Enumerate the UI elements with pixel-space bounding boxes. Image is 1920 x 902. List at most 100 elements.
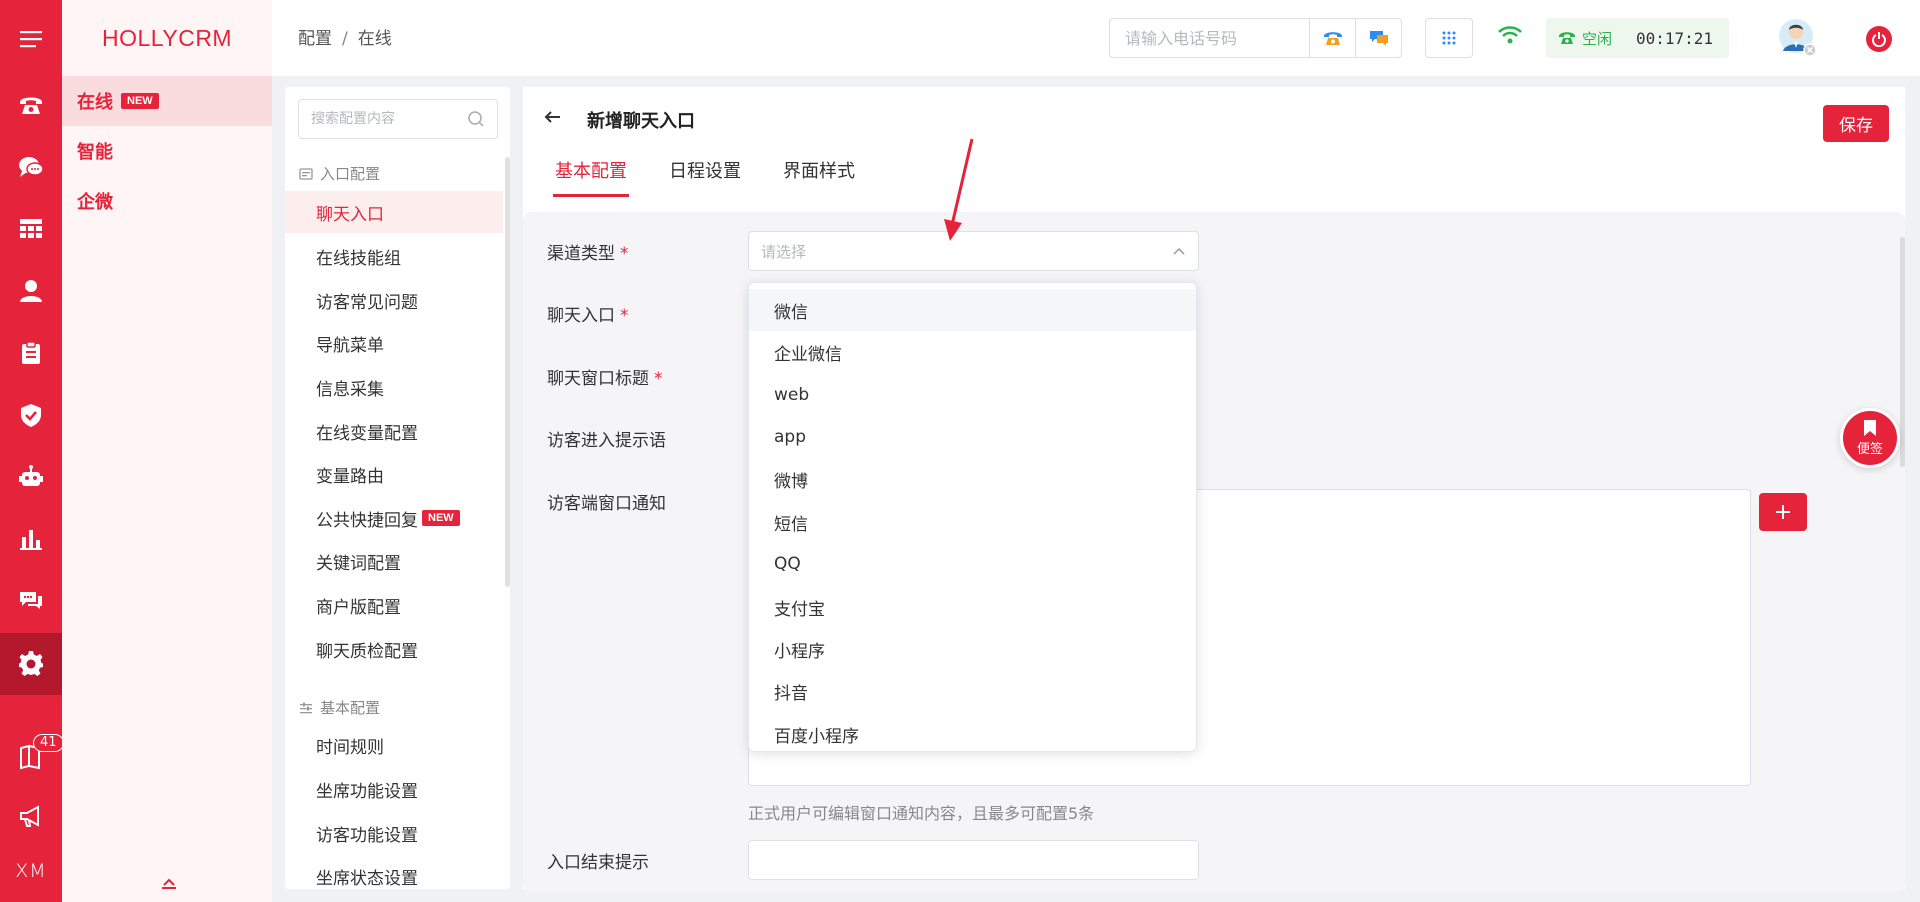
megaphone-icon[interactable] bbox=[0, 785, 62, 847]
power-icon[interactable] bbox=[1866, 26, 1892, 52]
menu-item-agent-functions[interactable]: 坐席功能设置 bbox=[285, 768, 503, 810]
entry-end-input[interactable] bbox=[748, 840, 1199, 880]
config-search-box bbox=[298, 99, 498, 139]
wifi-icon bbox=[1497, 24, 1523, 51]
bookmark-icon bbox=[1864, 420, 1876, 436]
notification-badge: 41 bbox=[33, 734, 64, 752]
subnav-item-label: 智能 bbox=[77, 142, 113, 163]
menu-item-keyword-config[interactable]: 关键词配置 bbox=[285, 540, 503, 582]
menu-item-online-skill-group[interactable]: 在线技能组 bbox=[285, 235, 503, 277]
option-web[interactable]: web bbox=[749, 374, 1196, 416]
clipboard-icon[interactable] bbox=[0, 322, 62, 384]
user-icon[interactable] bbox=[0, 260, 62, 322]
menu-item-time-rules[interactable]: 时间规则 bbox=[285, 724, 503, 766]
breadcrumb: 配置 / 在线 bbox=[298, 24, 392, 49]
menu-item-label: 聊天质检配置 bbox=[316, 641, 418, 662]
welcome-message-label: 访客进入提示语 bbox=[547, 431, 666, 451]
option-sms[interactable]: 短信 bbox=[749, 501, 1196, 543]
menu-item-label: 访客常见问题 bbox=[316, 292, 418, 313]
menu-item-merchant-config[interactable]: 商户版配置 bbox=[285, 584, 503, 626]
form-area: 渠道类型 * 请选择 聊天入口 * 聊天窗口标题 * 访客进入提示语 访客端窗口通知 … bbox=[523, 212, 1905, 892]
menu-item-variable-routing[interactable]: 变量路由 bbox=[285, 453, 503, 495]
add-notice-button[interactable] bbox=[1759, 493, 1807, 531]
menu-item-label: 公共快捷回复 bbox=[316, 510, 418, 531]
menu-item-chat-qa-config[interactable]: 聊天质检配置 bbox=[285, 628, 503, 670]
menu-item-agent-status[interactable]: 坐席状态设置 bbox=[285, 855, 503, 889]
book-icon[interactable]: 41 bbox=[0, 725, 64, 787]
subnav-item-online[interactable]: 在线 NEW bbox=[62, 76, 272, 126]
robot-icon[interactable] bbox=[0, 446, 62, 508]
breadcrumb-separator: / bbox=[342, 29, 348, 49]
menu-item-label: 在线变量配置 bbox=[316, 423, 418, 444]
phone-icon[interactable] bbox=[0, 74, 62, 136]
plus-icon bbox=[1776, 505, 1790, 519]
channel-type-select[interactable]: 请选择 bbox=[748, 231, 1199, 271]
xm-logo[interactable]: XM bbox=[0, 840, 62, 902]
tab-basic-config[interactable]: 基本配置 bbox=[553, 157, 629, 197]
config-menu-panel: 入口配置 聊天入口 在线技能组 访客常见问题 导航菜单 信息采集 在线变量配置 … bbox=[285, 87, 510, 889]
sticky-note-button[interactable]: 便签 bbox=[1840, 408, 1900, 468]
settings-icon[interactable] bbox=[0, 633, 62, 695]
grid-icon[interactable] bbox=[0, 198, 62, 260]
avatar[interactable] bbox=[1778, 18, 1817, 57]
menu-item-visitor-functions[interactable]: 访客功能设置 bbox=[285, 812, 503, 854]
menu-item-label: 时间规则 bbox=[316, 737, 384, 758]
brand-logo: HOLLYCRM bbox=[102, 24, 233, 51]
channel-type-label: 渠道类型 * bbox=[547, 244, 629, 264]
agent-status[interactable]: 空闲 00:17:21 bbox=[1546, 18, 1729, 58]
scrollbar[interactable] bbox=[1900, 237, 1905, 467]
option-wecom[interactable]: 企业微信 bbox=[749, 331, 1196, 373]
menu-item-quick-reply[interactable]: 公共快捷回复 NEW bbox=[285, 497, 503, 539]
chevron-up-icon bbox=[1173, 247, 1185, 255]
option-alipay[interactable]: 支付宝 bbox=[749, 586, 1196, 628]
menu-item-nav-menu[interactable]: 导航菜单 bbox=[285, 322, 503, 364]
chat-icon[interactable] bbox=[0, 136, 62, 198]
shield-icon[interactable] bbox=[0, 384, 62, 446]
subnav-item-wecom[interactable]: 企微 bbox=[62, 176, 272, 226]
subnav-item-intelligent[interactable]: 智能 bbox=[62, 126, 272, 176]
collapse-icon[interactable] bbox=[160, 878, 178, 894]
config-search-input[interactable] bbox=[299, 111, 467, 127]
option-mini-program[interactable]: 小程序 bbox=[749, 628, 1196, 670]
back-arrow-icon[interactable] bbox=[543, 107, 563, 132]
main-content: 新增聊天入口 保存 基本配置 日程设置 界面样式 渠道类型 * 请选择 聊天入口 *… bbox=[523, 87, 1905, 892]
subnav-item-label: 企微 bbox=[77, 192, 113, 213]
option-baidu-mini-program[interactable]: 百度小程序 bbox=[749, 713, 1196, 751]
menu-group-entry: 入口配置 bbox=[299, 163, 380, 184]
option-weibo[interactable]: 微博 bbox=[749, 458, 1196, 500]
sliders-icon bbox=[300, 702, 312, 713]
menu-item-visitor-faq[interactable]: 访客常见问题 bbox=[285, 279, 503, 321]
scrollbar[interactable] bbox=[505, 157, 510, 587]
sms-button[interactable] bbox=[1355, 19, 1401, 57]
menu-item-chat-entry[interactable]: 聊天入口 bbox=[285, 191, 503, 233]
search-icon bbox=[468, 111, 484, 127]
sticky-note-label: 便签 bbox=[1856, 442, 1883, 457]
tab-schedule[interactable]: 日程设置 bbox=[667, 157, 743, 197]
option-douyin[interactable]: 抖音 bbox=[749, 670, 1196, 712]
menu-icon[interactable] bbox=[0, 8, 62, 70]
option-wechat[interactable]: 微信 bbox=[749, 289, 1196, 331]
bar-chart-icon[interactable] bbox=[0, 508, 62, 570]
dialpad-button[interactable] bbox=[1425, 18, 1473, 58]
tab-ui-style[interactable]: 界面样式 bbox=[781, 157, 857, 197]
message-icon[interactable] bbox=[0, 570, 62, 632]
menu-item-label: 坐席功能设置 bbox=[316, 781, 418, 802]
menu-group-title: 基本配置 bbox=[320, 699, 381, 717]
tab-bar: 基本配置 日程设置 界面样式 bbox=[553, 157, 895, 197]
phone-input[interactable] bbox=[1110, 19, 1309, 57]
menu-item-info-collection[interactable]: 信息采集 bbox=[285, 366, 503, 408]
save-button[interactable]: 保存 bbox=[1823, 105, 1889, 142]
status-label: 空闲 bbox=[1582, 29, 1613, 48]
menu-item-label: 聊天入口 bbox=[316, 204, 384, 225]
telephone-icon bbox=[1323, 32, 1342, 45]
option-app[interactable]: app bbox=[749, 416, 1196, 458]
page-title: 新增聊天入口 bbox=[587, 111, 695, 132]
notice-hint: 正式用户可编辑窗口通知内容，且最多可配置5条 bbox=[748, 804, 1095, 823]
menu-group-basic: 基本配置 bbox=[299, 697, 380, 718]
channel-type-dropdown: 微信 企业微信 web app 微博 短信 QQ 支付宝 小程序 抖音 百度小程… bbox=[748, 282, 1197, 752]
breadcrumb-item[interactable]: 配置 bbox=[298, 29, 332, 49]
dial-call-button[interactable] bbox=[1309, 19, 1355, 57]
menu-item-online-variables[interactable]: 在线变量配置 bbox=[285, 410, 503, 452]
sms-icon bbox=[1369, 31, 1388, 46]
option-qq[interactable]: QQ bbox=[749, 543, 1196, 585]
